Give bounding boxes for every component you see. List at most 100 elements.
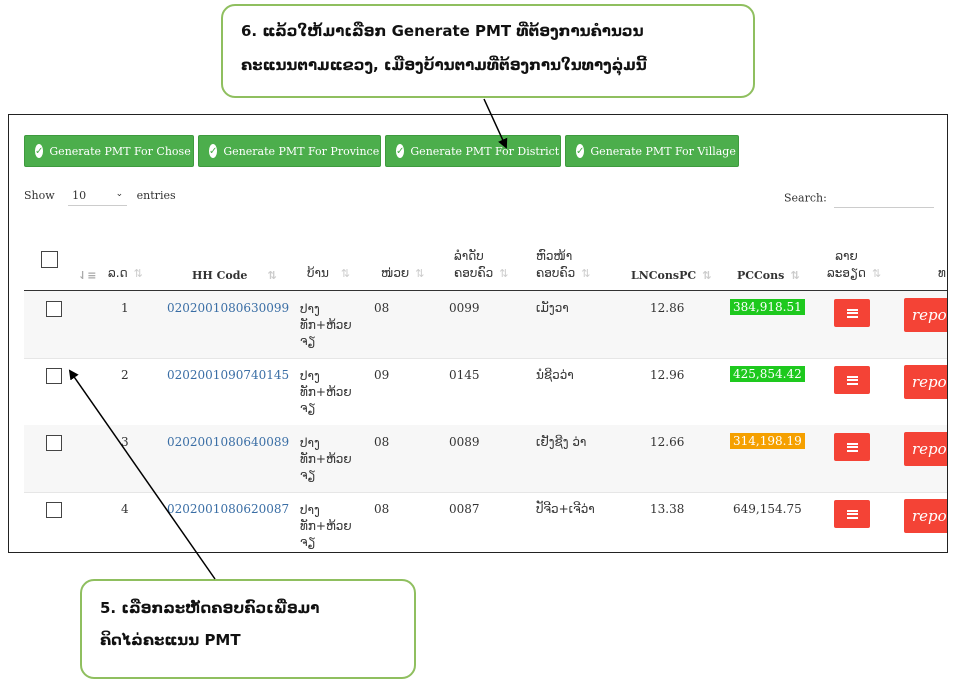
callout-generate-pmt: 6. ແລ້ວໃຫ້ມາເລືອກ Generate PMT ທີ່ຕ້ອງກາ…	[221, 4, 755, 98]
sort-icon: ⇅	[871, 267, 882, 280]
lncons-value: 12.96	[650, 368, 685, 382]
table-row: 1 0202001080630099 ປາງ ທັກ+ຫ້ວຍ ຈຽ 08 0099…	[24, 291, 947, 359]
generate-pmt-province-button[interactable]: ✓ Generate PMT For Province	[198, 135, 381, 167]
sort-icon: ⇅	[133, 267, 143, 280]
button-label: Generate PMT For Village	[590, 144, 736, 158]
lncons-value: 13.38	[650, 502, 685, 516]
check-circle-icon: ✓	[209, 144, 218, 158]
pccons-badge: 384,918.51	[730, 299, 805, 315]
hh-order: 0089	[449, 435, 480, 449]
col-pccons[interactable]: PCCons ⇅	[737, 245, 800, 290]
check-circle-icon: ✓	[576, 144, 585, 158]
unit: 08	[374, 502, 390, 516]
list-icon	[846, 509, 858, 519]
sort-icon: ⇅	[499, 267, 509, 280]
col-detail[interactable]: ລາຍ ລະອຽດ ⇅	[827, 245, 881, 290]
unit: 08	[374, 301, 390, 315]
hh-code-link[interactable]: 0202001090740145	[167, 368, 289, 382]
sort-header[interactable]: ⇃≡	[72, 245, 96, 290]
select-all-header	[41, 245, 58, 290]
row-checkbox[interactable]	[46, 502, 62, 518]
hh-head: ເຢັງຊີງ ວ່າ	[536, 435, 587, 449]
callout-select-household: 5. ເລືອກລະຫັດຄອບຄົວເພື່ອມາ ຄິດໄລ່ຄະແນນ P…	[80, 579, 416, 679]
search-label: Search:	[784, 191, 827, 205]
search-input[interactable]	[834, 189, 935, 208]
hh-order: 0099	[449, 301, 480, 315]
table-row: 4 0202001080620087 ປາງ ທັກ+ຫ້ວຍ ຈຽ 08 0087…	[24, 492, 947, 552]
col-village[interactable]: ບ້ານ ⇅	[307, 245, 350, 290]
col-lncons[interactable]: LNConsPC ⇅	[631, 245, 711, 290]
sort-icon: ⇅	[581, 267, 591, 280]
button-label: Generate PMT For District	[410, 144, 560, 158]
report-button[interactable]: repo	[904, 298, 947, 332]
hh-code-link[interactable]: 0202001080640089	[167, 435, 289, 449]
detail-button[interactable]	[834, 433, 870, 461]
entries-select[interactable]: 10 ⌄	[68, 189, 128, 206]
row-checkbox[interactable]	[46, 435, 62, 451]
row-checkbox[interactable]	[46, 301, 62, 317]
pccons-value: 649,154.75	[733, 502, 802, 516]
hh-head: ເມັງວາ	[536, 301, 569, 315]
list-icon	[846, 375, 858, 385]
check-circle-icon: ✓	[396, 144, 405, 158]
village-name: ປາງ ທັກ+ຫ້ວຍ ຈຽ	[300, 302, 352, 348]
list-icon	[846, 308, 858, 318]
row-checkbox[interactable]	[46, 368, 62, 384]
village-name: ປາງ ທັກ+ຫ້ວຍ ຈຽ	[300, 369, 352, 415]
lncons-value: 12.86	[650, 301, 685, 315]
detail-button[interactable]	[834, 366, 870, 394]
callout-top-line2: ຄະແນນຕາມແຂວງ, ເມືອງບ້ານຕາມທີ່ຕ້ອງການໃນທາ…	[241, 56, 647, 74]
detail-button[interactable]	[834, 500, 870, 528]
hh-order: 0145	[449, 368, 480, 382]
report-button[interactable]: repo	[904, 365, 947, 399]
entries-value: 10	[72, 189, 87, 202]
row-no: 1	[121, 301, 129, 315]
callout-bottom-line2: ຄິດໄລ່ຄະແນນ PMT	[100, 631, 241, 649]
hh-code-link[interactable]: 0202001080630099	[167, 301, 289, 315]
entries-label: entries	[136, 189, 176, 202]
sort-icon: ⇅	[267, 269, 277, 282]
select-all-checkbox[interactable]	[41, 251, 58, 268]
hh-code-link[interactable]: 0202001080620087	[167, 502, 289, 516]
generate-pmt-district-button[interactable]: ✓ Generate PMT For District	[385, 135, 561, 167]
unit: 09	[374, 368, 390, 382]
lncons-value: 12.66	[650, 435, 685, 449]
sort-icon: ⇅	[702, 269, 712, 282]
col-hh-order[interactable]: ລຳດັບ ຄອບຄົວ ⇅	[454, 245, 508, 290]
hh-head: ປັຈີວ+ເຈີວ່າ	[536, 502, 595, 516]
col-unit[interactable]: ໜ່ວຍ ⇅	[381, 245, 424, 290]
hh-head: ນໍຊີວວ່າ	[536, 368, 574, 382]
sort-icon: ⇅	[340, 267, 351, 280]
col-hh-code[interactable]: HH Code ⇅	[192, 245, 277, 290]
generate-pmt-village-button[interactable]: ✓ Generate PMT For Village	[565, 135, 739, 167]
check-circle-icon: ✓	[35, 144, 44, 158]
unit: 08	[374, 435, 390, 449]
table-row: 2 0202001090740145 ປາງ ທັກ+ຫ້ວຍ ຈຽ 09 0145…	[24, 358, 947, 426]
row-no: 2	[121, 368, 129, 382]
col-hh-head[interactable]: ຫົວໜ້າ ຄອບຄົວ ⇅	[536, 245, 590, 290]
col-last[interactable]: ທ	[938, 245, 946, 290]
generate-pmt-chose-button[interactable]: ✓ Generate PMT For Chose	[24, 135, 194, 167]
row-no: 4	[121, 502, 129, 516]
entries-control: Show 10 ⌄ entries	[24, 189, 176, 206]
table-header: ⇃≡ ລ.ດ ⇅ HH Code ⇅ ບ້ານ ⇅ ໜ່ວຍ ⇅ ລຳດັບ ຄອບຄົວ…	[24, 245, 947, 292]
report-button[interactable]: repo	[904, 432, 947, 466]
pmt-household-table-panel: ✓ Generate PMT For Chose ✓ Generate PMT …	[8, 114, 948, 553]
chevron-down-icon: ⌄	[115, 189, 124, 199]
list-icon	[846, 442, 858, 452]
hh-order: 0087	[449, 502, 480, 516]
col-no[interactable]: ລ.ດ ⇅	[108, 245, 143, 290]
table-row: 3 0202001080640089 ປາງ ທັກ+ຫ້ວຍ ຈຽ 08 0089…	[24, 425, 947, 493]
village-name: ປາງ ທັກ+ຫ້ວຍ ຈຽ	[300, 503, 352, 549]
callout-top-line1: 6. ແລ້ວໃຫ້ມາເລືອກ Generate PMT ທີ່ຕ້ອງກາ…	[241, 22, 644, 40]
row-no: 3	[121, 435, 129, 449]
sort-icon: ⇅	[790, 269, 800, 282]
button-label: Generate PMT For Chose	[49, 144, 191, 158]
search-control: Search:	[784, 189, 935, 208]
sort-desc-icon: ⇃≡	[78, 269, 97, 282]
sort-icon: ⇅	[415, 267, 425, 280]
report-button[interactable]: repo	[904, 499, 947, 533]
detail-button[interactable]	[834, 299, 870, 327]
callout-bottom-line1: 5. ເລືອກລະຫັດຄອບຄົວເພື່ອມາ	[100, 599, 320, 617]
button-label: Generate PMT For Province	[223, 144, 380, 158]
